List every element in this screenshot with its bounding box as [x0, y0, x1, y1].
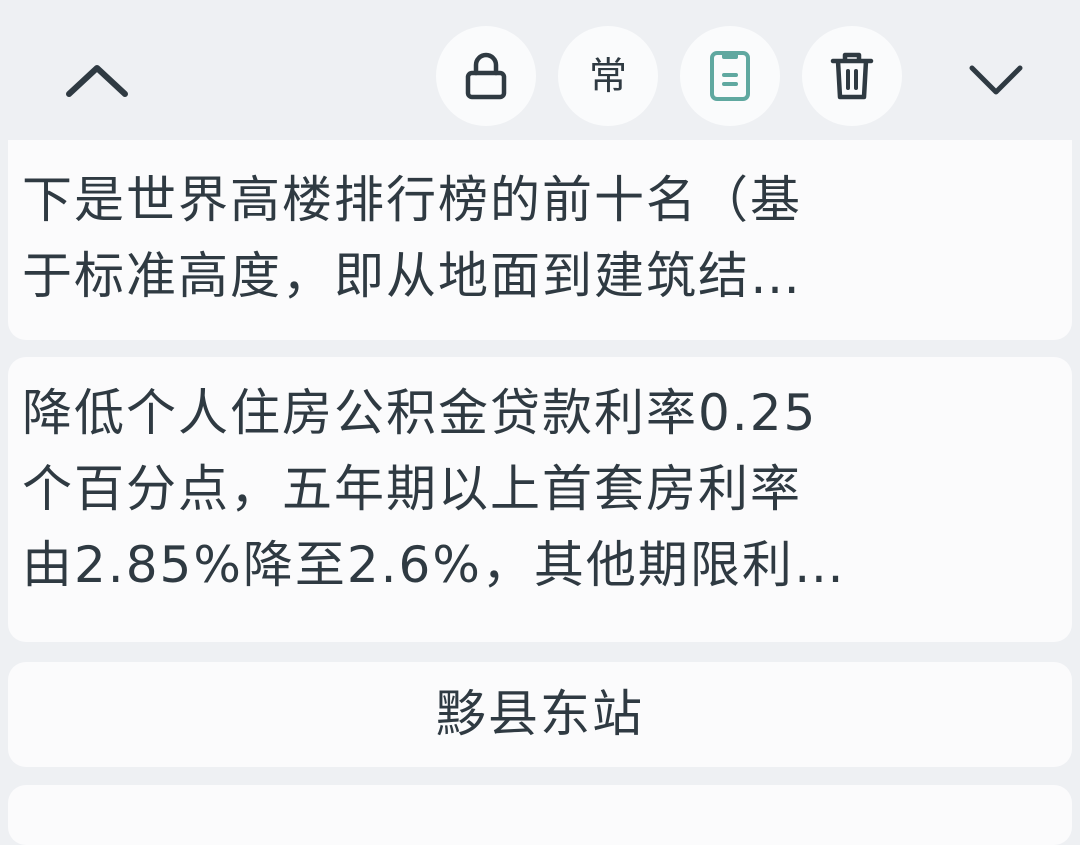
delete-button[interactable] — [802, 26, 902, 126]
common-phrases-button[interactable]: 常 — [558, 26, 658, 126]
clip-item-text: 降低个人住房公积金贷款利率0.25 个百分点，五年期以上首套房利率 由2.85%… — [22, 375, 846, 603]
clip-line: 个百分点，五年期以上首套房利率 — [22, 460, 802, 518]
clip-item[interactable]: 黟县东站 — [8, 662, 1072, 767]
clipboard-icon — [710, 51, 750, 101]
clip-item[interactable]: 下是世界高楼排行榜的前十名（基 于标准高度，即从地面到建筑结… — [8, 140, 1072, 340]
clip-line: 下是世界高楼排行榜的前十名（基 — [22, 171, 802, 229]
clip-item[interactable] — [8, 785, 1072, 845]
clipboard-button[interactable] — [680, 26, 780, 126]
lock-icon — [465, 52, 507, 100]
lock-button[interactable] — [436, 26, 536, 126]
clip-item-text: 下是世界高楼排行榜的前十名（基 于标准高度，即从地面到建筑结… — [22, 162, 802, 314]
chevron-down-icon — [969, 65, 1023, 95]
clip-line: 降低个人住房公积金贷款利率0.25 — [22, 384, 818, 442]
clip-item[interactable]: 降低个人住房公积金贷款利率0.25 个百分点，五年期以上首套房利率 由2.85%… — [8, 357, 1072, 642]
chevron-up-icon — [66, 65, 128, 97]
clip-line: 于标准高度，即从地面到建筑结… — [22, 247, 802, 305]
clip-line: 由2.85%降至2.6%，其他期限利… — [22, 536, 846, 594]
clip-item-text: 黟县东站 — [436, 685, 644, 743]
common-phrases-label: 常 — [588, 54, 627, 98]
trash-icon — [830, 52, 874, 100]
scroll-up-button[interactable] — [57, 40, 137, 120]
clipboard-toolbar: 常 — [0, 0, 1080, 150]
scroll-down-button[interactable] — [956, 40, 1036, 120]
